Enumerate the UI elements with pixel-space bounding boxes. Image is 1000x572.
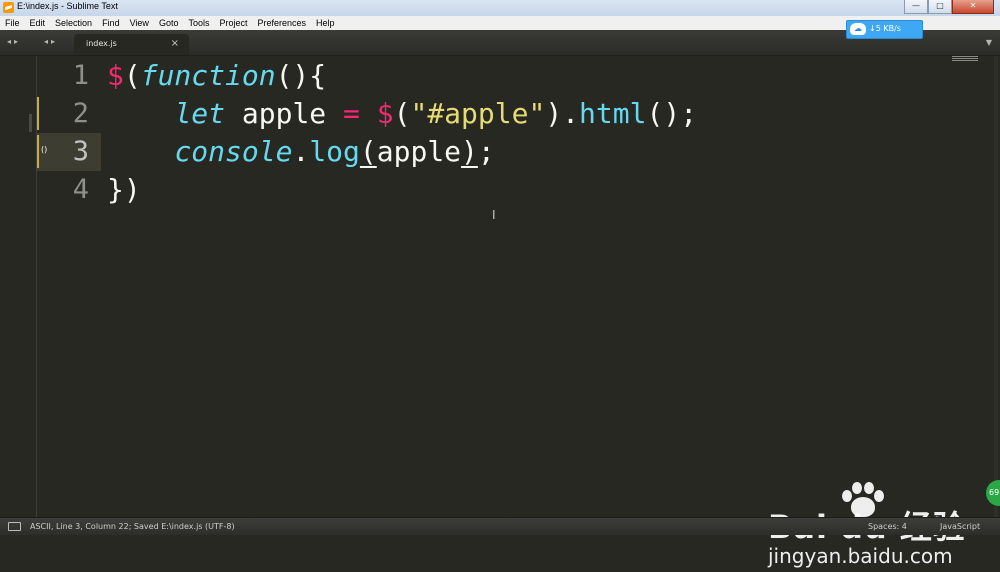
line-number: 3 (72, 136, 89, 167)
code-token: ( (359, 135, 377, 168)
code-token: "#apple" (410, 97, 546, 130)
network-speed-widget[interactable]: ☁ ↓5 KB/s (846, 20, 923, 39)
code-token: }) (107, 173, 141, 206)
watermark-url: jingyan.baidu.com (768, 544, 953, 568)
code-line-3[interactable]: () 3 console.log(apple); (37, 133, 1000, 171)
tab-index-js[interactable]: index.js × (74, 34, 189, 55)
code-editor[interactable]: 1 $(function(){ 2 let apple = $("#apple"… (0, 56, 1000, 568)
code-text: let apple = $("#apple").html(); (107, 95, 697, 133)
minimize-button[interactable]: — (904, 0, 928, 14)
floating-badge[interactable]: 69 (986, 480, 1000, 506)
code-token: (){ (275, 59, 327, 92)
line-number: 1 (72, 60, 89, 91)
tab-close-icon[interactable]: × (171, 38, 179, 49)
code-line-1[interactable]: 1 $(function(){ (37, 57, 1000, 95)
maximize-button[interactable]: □ (928, 0, 952, 14)
code-token: html (579, 97, 647, 130)
menu-view[interactable]: View (125, 18, 154, 28)
sidebar-nav-arrows-icon[interactable]: ◂▸ (7, 37, 21, 46)
status-info: ASCII, Line 3, Column 22; Saved E:\index… (30, 522, 235, 531)
code-token: = (343, 97, 360, 130)
code-token: apple (376, 135, 462, 168)
menu-file[interactable]: File (0, 18, 25, 28)
toggle-panel-icon[interactable] (8, 522, 21, 531)
rail-marker (29, 114, 32, 132)
menu-tools[interactable]: Tools (183, 18, 214, 28)
menu-goto[interactable]: Goto (154, 18, 184, 28)
code-line-4[interactable]: 4 }) (37, 171, 1000, 209)
sublime-app-icon (3, 2, 14, 13)
code-token: (); (646, 97, 698, 130)
syntax-selector[interactable]: JavaScript (940, 522, 980, 531)
code-text: $(function(){ (107, 57, 326, 95)
code-token: log (309, 135, 360, 168)
tab-nav-arrows-icon[interactable]: ◂▸ (44, 37, 58, 46)
menu-find[interactable]: Find (97, 18, 125, 28)
code-line-2[interactable]: 2 let apple = $("#apple").html(); (37, 95, 1000, 133)
menu-project[interactable]: Project (214, 18, 252, 28)
status-bar: ASCII, Line 3, Column 22; Saved E:\index… (0, 517, 1000, 535)
tab-dropdown-icon[interactable]: ▼ (986, 38, 992, 47)
ibeam-cursor-icon: I (492, 208, 496, 222)
title-bar: E:\index.js - Sublime Text — □ ✕ (0, 0, 1000, 17)
code-token: let (174, 97, 226, 130)
modified-line-marker (37, 135, 39, 168)
menu-help[interactable]: Help (311, 18, 340, 28)
vertical-scrollbar[interactable] (994, 56, 998, 517)
left-rail (0, 56, 36, 517)
menu-edit[interactable]: Edit (25, 18, 51, 28)
code-token: function (140, 59, 276, 92)
code-token: apple (225, 97, 344, 130)
code-token: . (292, 135, 310, 168)
line-number: 4 (72, 174, 89, 205)
menu-selection[interactable]: Selection (50, 18, 97, 28)
code-token: ; (477, 135, 495, 168)
close-button[interactable]: ✕ (952, 0, 994, 14)
code-token: console (174, 135, 293, 168)
code-text: console.log(apple); (107, 133, 495, 171)
minimap[interactable] (952, 56, 978, 64)
cloud-icon: ☁ (850, 23, 866, 35)
code-token: $ (376, 97, 394, 130)
network-speed-text: ↓5 KB/s (869, 24, 901, 33)
bracket-match-icon: () (41, 145, 48, 154)
code-token: ( (393, 97, 411, 130)
code-token: ) (461, 135, 478, 168)
code-text: }) (107, 171, 141, 209)
indentation-setting[interactable]: Spaces: 4 (868, 522, 907, 531)
window-title: E:\index.js - Sublime Text (17, 1, 118, 11)
code-token: $ (107, 59, 124, 92)
line-number: 2 (72, 98, 89, 129)
menu-preferences[interactable]: Preferences (252, 18, 311, 28)
code-token: ). (545, 97, 580, 130)
modified-line-marker (37, 97, 39, 130)
window-controls: — □ ✕ (904, 0, 994, 14)
code-token: ( (123, 59, 141, 92)
tab-label: index.js (86, 39, 117, 48)
